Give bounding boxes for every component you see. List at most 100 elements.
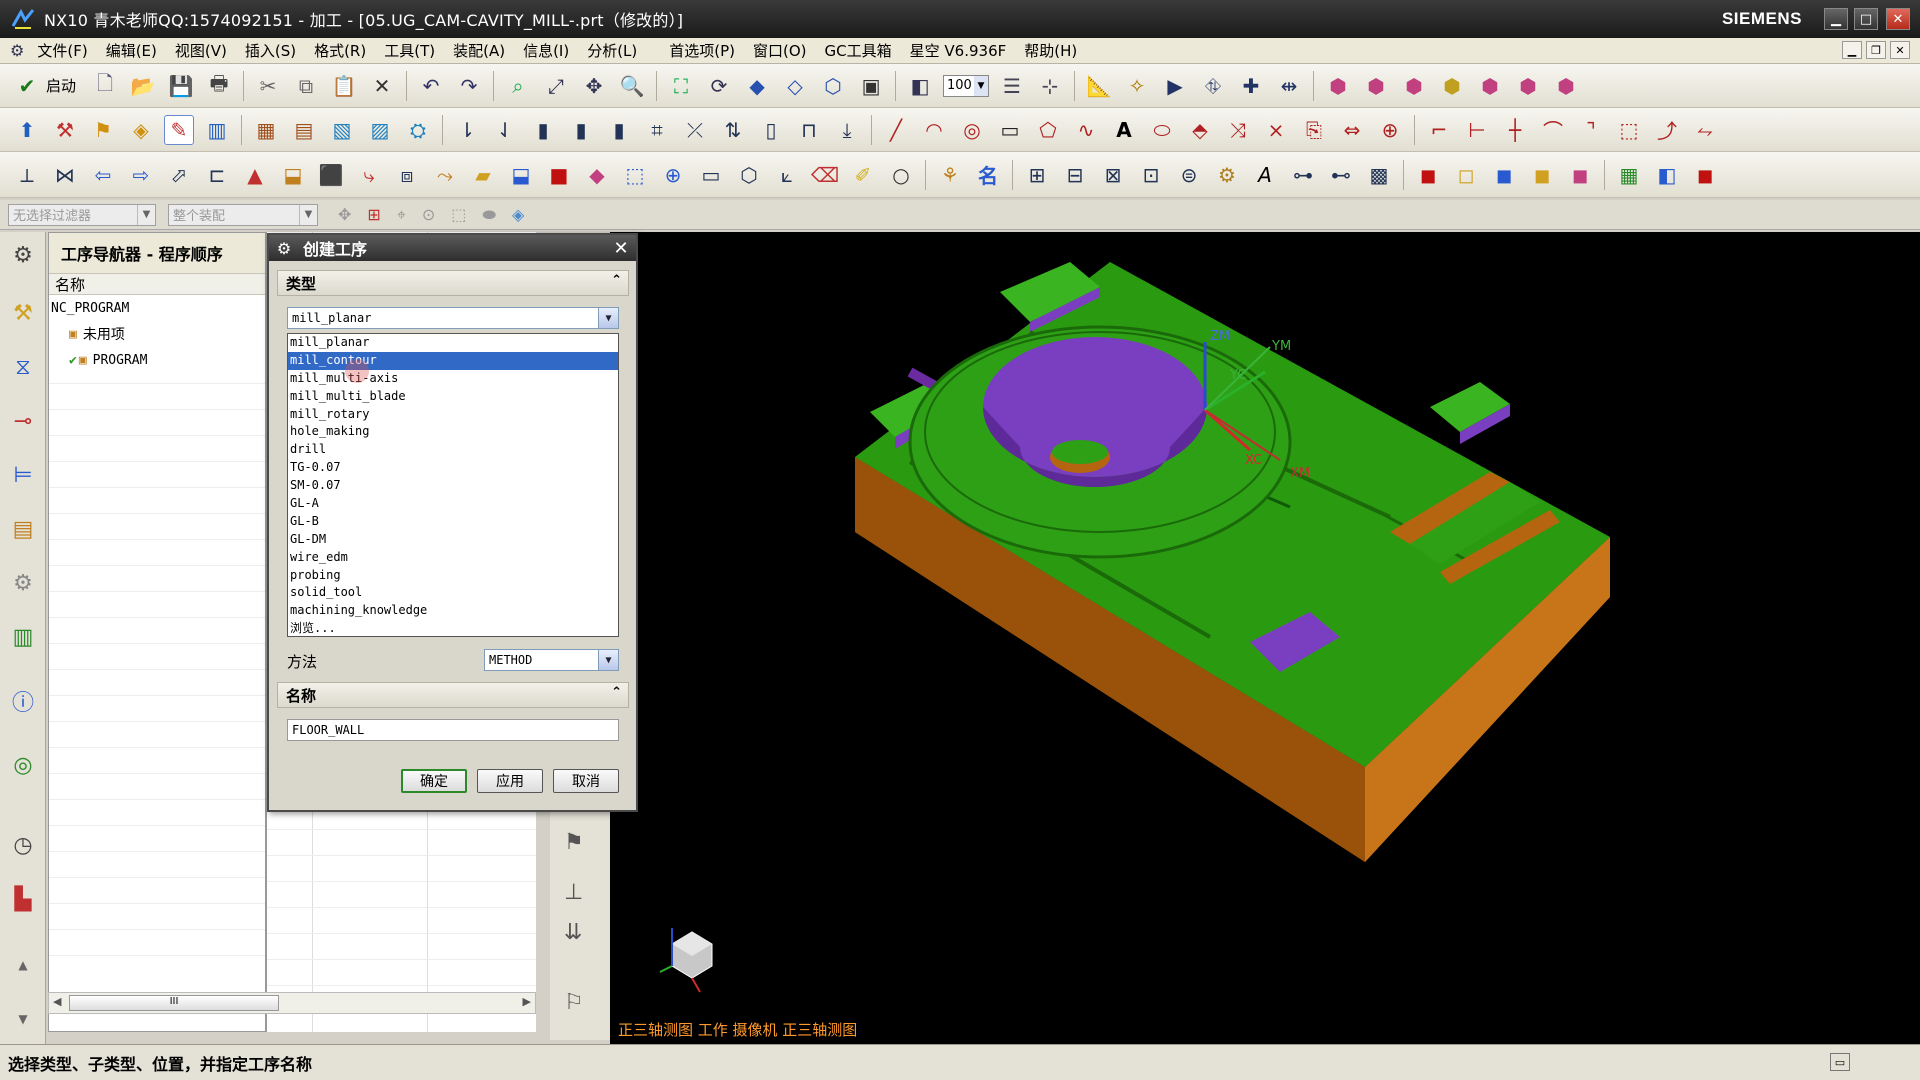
zoom-combo[interactable]: 100 ▼ (943, 74, 990, 97)
tool-j-icon[interactable]: ▩ (1364, 160, 1394, 190)
wireframe-view-icon[interactable]: ◇ (780, 71, 810, 101)
info-icon[interactable]: ⓘ (8, 684, 38, 718)
tool-g-icon[interactable]: A (1250, 160, 1280, 190)
verify-path-icon[interactable]: ▧ (327, 115, 357, 145)
new-file-icon[interactable]: 🗋 (90, 71, 120, 101)
create-tool-icon[interactable]: ⚒ (50, 115, 80, 145)
postprocess-icon[interactable]: ⛭ (403, 115, 433, 145)
unite-icon[interactable]: ◆ (582, 160, 612, 190)
assembly-nav-icon[interactable]: ⚙ (8, 566, 38, 600)
block-icon[interactable]: ⬛ (316, 160, 346, 190)
copy-icon[interactable]: ⧉ (291, 71, 321, 101)
menu-view[interactable]: 视图(V) (166, 40, 236, 61)
program-view-icon[interactable]: ▥ (202, 115, 232, 145)
dialog-title-bar[interactable]: ⚙ 创建工序 ✕ (269, 235, 636, 261)
snap-face-icon[interactable]: ⬬ (482, 205, 496, 225)
smooth-icon[interactable]: ⥊ (1690, 115, 1720, 145)
type-option-machining-knowledge[interactable]: machining_knowledge (288, 602, 618, 620)
forward-arrow-icon[interactable]: ⇨ (126, 160, 156, 190)
type-option-probing[interactable]: probing (288, 567, 618, 585)
type-option-mill-planar[interactable]: mill_planar (288, 334, 618, 352)
cut-icon[interactable]: ✂ (253, 71, 283, 101)
tool-e-icon[interactable]: ⊜ (1174, 160, 1204, 190)
create-operation-icon[interactable]: ✎ (164, 114, 194, 145)
pink-box-icon[interactable]: ◼ (1565, 160, 1595, 190)
intersect-icon[interactable]: ⨯ (1261, 115, 1291, 145)
blue-box-icon[interactable]: ◼ (1489, 160, 1519, 190)
toolpath-icon[interactable]: ⛗ (1198, 71, 1228, 101)
tool-b-icon[interactable]: ⊟ (1060, 160, 1090, 190)
green-view-icon[interactable]: ▦ (1614, 160, 1644, 190)
extrude-icon[interactable]: ▲ (240, 160, 270, 190)
doc-restore-icon[interactable]: ❐ (1866, 41, 1886, 59)
menu-format[interactable]: 格式(R) (305, 40, 375, 61)
tool-10-icon[interactable]: ⊓ (794, 115, 824, 145)
selection-filter-combo[interactable]: 无选择过滤器 ▼ (8, 203, 156, 226)
play-icon[interactable]: ▶ (1160, 71, 1190, 101)
maximize-icon[interactable]: □ (1854, 8, 1878, 30)
menu-gc-toolkit[interactable]: GC工具箱 (816, 40, 901, 61)
type-option-drill[interactable]: drill (288, 441, 618, 459)
menu-xingkong[interactable]: 星空 V6.936F (901, 40, 1016, 61)
type-select[interactable]: mill_planar ▼ (287, 307, 619, 329)
box-icon-4[interactable]: ⬢ (1437, 71, 1467, 101)
tree-root[interactable]: NC_PROGRAM (49, 295, 265, 321)
undo-icon[interactable]: ↶ (416, 71, 446, 101)
tool-4-icon[interactable]: ▮ (566, 115, 596, 145)
minimize-icon[interactable]: ▁ (1824, 8, 1848, 30)
type-option-gl-b[interactable]: GL-B (288, 513, 618, 531)
open-folder-icon[interactable]: 📂 (128, 71, 158, 101)
snap-body-icon[interactable]: ◈ (512, 205, 524, 224)
menu-tools[interactable]: 工具(T) (375, 40, 444, 61)
join-icon[interactable]: ⊕ (1375, 115, 1405, 145)
box-icon-1[interactable]: ⬢ (1323, 71, 1353, 101)
method-nav-icon[interactable]: ⊨ (8, 458, 38, 492)
pan-icon[interactable]: ✥ (579, 71, 609, 101)
polygon-icon[interactable]: ⬠ (1033, 115, 1063, 145)
simulate-icon[interactable]: ▨ (365, 115, 395, 145)
create-geometry-icon[interactable]: ⚑ (88, 115, 118, 145)
type-option-browse[interactable]: 浏览... (288, 620, 618, 638)
sweep-icon[interactable]: ⤳ (430, 160, 460, 190)
type-option-hole-making[interactable]: hole_making (288, 423, 618, 441)
circle-icon[interactable]: ◎ (957, 115, 987, 145)
start-icon[interactable]: ✔ (12, 71, 42, 101)
type-option-tg-007[interactable]: TG-0.07 (288, 459, 618, 477)
mirror-body-icon[interactable]: ⬓ (506, 160, 536, 190)
cancel-button[interactable]: 取消 (553, 769, 619, 793)
part-nav-icon[interactable]: ▤ (8, 512, 38, 546)
fillet-curve-icon[interactable]: ⌒ (1538, 115, 1568, 145)
section-view-icon[interactable]: ◧ (905, 71, 935, 101)
bridge-icon[interactable]: ⬘ (1185, 115, 1215, 145)
type-option-gl-dm[interactable]: GL-DM (288, 531, 618, 549)
start-menu-label[interactable]: 启动 (46, 75, 76, 96)
analysis-icon[interactable]: ✧ (1122, 71, 1152, 101)
tool-a-icon[interactable]: ⊞ (1022, 160, 1052, 190)
chart-icon[interactable]: ⚘ (935, 160, 965, 190)
tilt-icon[interactable]: ⬀ (164, 160, 194, 190)
tool-d-icon[interactable]: ⊡ (1136, 160, 1166, 190)
scroll-up-icon[interactable]: ▲ (8, 948, 38, 982)
type-option-mill-contour[interactable]: mill_contour (288, 351, 618, 370)
curve-length-icon[interactable]: ⤴ (1652, 115, 1682, 145)
rotate-icon[interactable]: ⟳ (704, 71, 734, 101)
mirror-icon[interactable]: ⇔ (1337, 115, 1367, 145)
rectangle-icon[interactable]: ▭ (995, 115, 1025, 145)
divide-icon[interactable]: ┼ (1500, 115, 1530, 145)
side-tool-1-icon[interactable]: ⚑ (564, 830, 584, 855)
delete-icon[interactable]: ✕ (367, 71, 397, 101)
snap-end-icon[interactable]: ⌖ (397, 205, 406, 225)
snap-point-icon[interactable]: ✥ (338, 205, 351, 224)
box-icon-2[interactable]: ⬢ (1361, 71, 1391, 101)
side-tool-4-icon[interactable]: ⚐ (564, 990, 584, 1015)
chevron-down-icon[interactable]: ▼ (598, 650, 618, 670)
menu-assembly[interactable]: 装配(A) (444, 40, 514, 61)
view-triad-icon[interactable] (659, 928, 713, 993)
snap-grid-icon[interactable]: ⬚ (451, 205, 466, 224)
red-box-icon[interactable]: ■ (544, 160, 574, 190)
operation-name-input[interactable]: FLOOR_WALL (287, 719, 619, 741)
red-cube-icon[interactable]: ◼ (1413, 160, 1443, 190)
background-icon[interactable]: ▣ (856, 71, 886, 101)
apply-button[interactable]: 应用 (477, 769, 543, 793)
tool-2-icon[interactable]: ⇃ (490, 115, 520, 145)
